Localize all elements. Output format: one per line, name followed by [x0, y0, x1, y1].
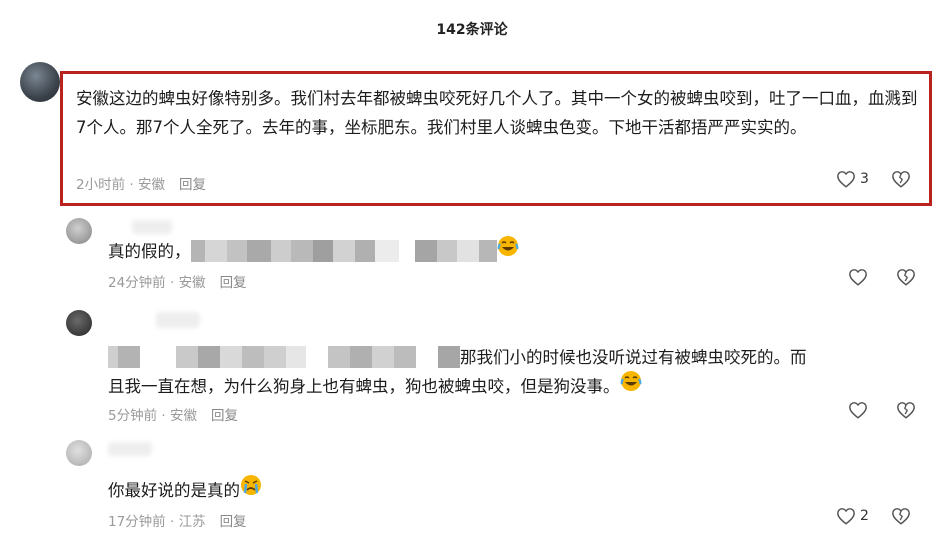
comment-location: 安徽 — [137, 177, 165, 193]
like-count: 2 — [860, 508, 869, 524]
broken-heart-icon[interactable] — [896, 268, 916, 286]
like-count: 3 — [860, 171, 869, 187]
broken-heart-icon[interactable] — [896, 401, 916, 419]
redacted-mosaic — [108, 346, 460, 368]
comment-actions — [848, 268, 916, 286]
meta-separator: · — [165, 514, 179, 530]
comment-text-content: 你最好说的是真的 — [108, 481, 240, 500]
comment-meta: 2小时前 · 安徽 回复 — [76, 173, 206, 193]
heart-icon[interactable] — [848, 401, 868, 419]
meta-separator: · — [125, 177, 138, 193]
comment-time: 2小时前 — [76, 177, 126, 193]
comment-text: 你最好说的是真的 — [108, 474, 262, 505]
comment-text-content: 真的假的， — [108, 242, 191, 261]
comment-time: 5分钟前 — [108, 408, 158, 424]
crying-laughing-emoji — [497, 235, 519, 266]
reply-button[interactable]: 回复 — [220, 275, 247, 291]
comment-text-content: 那我们小的时候也没听说过有被蜱虫咬死的。而 — [460, 348, 807, 367]
comment-line: 那我们小的时候也没听说过有被蜱虫咬死的。而 — [108, 343, 920, 372]
comment-location: 安徽 — [178, 275, 206, 291]
comment-actions — [848, 401, 916, 419]
reply-button[interactable]: 回复 — [211, 408, 238, 424]
comment-location: 江苏 — [178, 514, 206, 530]
comment-text-content: 且我一直在想，为什么狗身上也有蜱虫，狗也被蜱虫咬，但是狗没事。 — [108, 377, 620, 396]
comment-actions: 2 — [836, 507, 911, 525]
avatar[interactable] — [66, 218, 92, 244]
redacted-mosaic — [190, 240, 497, 262]
avatar[interactable] — [20, 62, 60, 102]
avatar[interactable] — [66, 310, 92, 336]
broken-heart-icon[interactable] — [891, 507, 911, 525]
comment-text: 真的假的， — [108, 235, 519, 266]
comment-actions: 3 — [836, 170, 911, 188]
comment-meta: 24分钟前 · 安徽 回复 — [108, 271, 247, 291]
comment-meta: 17分钟前 · 江苏 回复 — [108, 510, 247, 530]
reply-button[interactable]: 回复 — [179, 177, 206, 193]
comment-time: 24分钟前 — [108, 275, 166, 291]
comment-meta: 5分钟前 · 安徽 回复 — [108, 404, 238, 424]
comment-line: 且我一直在想，为什么狗身上也有蜱虫，狗也被蜱虫咬，但是狗没事。 — [108, 370, 920, 401]
heart-icon[interactable] — [836, 170, 856, 188]
comments-count-title: 142条评论 — [436, 22, 508, 38]
comment-location: 安徽 — [169, 408, 197, 424]
comment-text: 安徽这边的蜱虫好像特别多。我们村去年都被蜱虫咬死好几个人了。其中一个女的被蜱虫咬… — [76, 89, 918, 137]
username-blurred — [156, 312, 200, 328]
avatar[interactable] — [66, 440, 92, 466]
crying-emoji — [240, 474, 262, 505]
username-blurred — [132, 220, 172, 234]
reply-button[interactable]: 回复 — [220, 514, 247, 530]
broken-heart-icon[interactable] — [891, 170, 911, 188]
comment-text: 那我们小的时候也没听说过有被蜱虫咬死的。而 且我一直在想，为什么狗身上也有蜱虫，… — [108, 343, 920, 401]
crying-laughing-emoji — [620, 370, 642, 401]
heart-icon[interactable] — [848, 268, 868, 286]
heart-icon[interactable] — [836, 507, 856, 525]
username-blurred — [108, 442, 152, 456]
meta-separator: · — [165, 275, 179, 291]
meta-separator: · — [157, 408, 170, 424]
comment-time: 17分钟前 — [108, 514, 166, 530]
